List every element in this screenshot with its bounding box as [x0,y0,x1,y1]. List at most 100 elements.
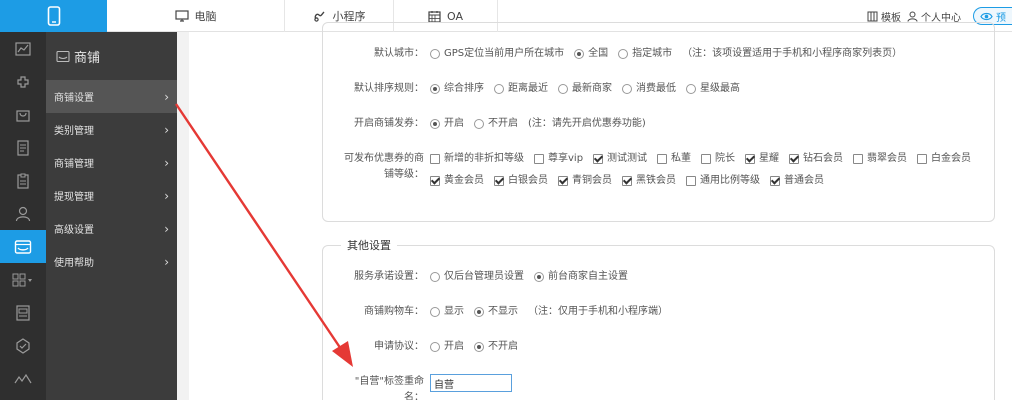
option-label: 翡翠会员 [867,153,908,164]
document-icon [17,139,29,156]
radio-button[interactable] [430,49,440,59]
radio-button[interactable] [430,307,440,317]
coupon-level-option[interactable]: 通用比例等级 [686,173,760,189]
chevron-right-icon: › [164,89,169,104]
sort-option-newest[interactable]: 最新商家 [558,81,612,97]
self-tag-rename-label: "自营"标签重命 名： [334,374,430,400]
rail-item-puzzle[interactable] [0,65,46,98]
coupon-level-option[interactable]: 星耀 [745,151,779,167]
shop-cart-option-show[interactable]: 显示 [430,304,464,320]
checkbox[interactable] [745,154,756,164]
shop-coupon-option-on[interactable]: 开启 [430,116,464,132]
radio-button[interactable] [618,49,629,59]
checkbox[interactable] [622,176,632,186]
sort-option-lowest-cost[interactable]: 消费最低 [622,81,676,97]
option-label: 白金会员 [931,153,972,164]
radio-button[interactable] [534,272,544,282]
checkbox[interactable] [686,176,696,186]
rail-item-badge[interactable] [0,329,46,362]
coupon-level-option[interactable]: 黑铁会员 [622,173,676,189]
coupon-level-option[interactable]: 翡翠会员 [853,151,907,167]
option-label: 新增的非折扣等级 [444,153,524,164]
coupon-level-option[interactable]: 尊享vip [534,151,583,167]
checkbox[interactable] [558,176,568,186]
coupon-level-option[interactable]: 测试测试 [593,151,647,167]
shop-coupon-option-off[interactable]: 不开启 [474,116,518,132]
shop-sidebar: 商铺 商铺设置 › 类别管理 › 商铺管理 › 提现管理 › 高级设置 › 使用… [46,32,177,400]
grid-icon [12,273,32,286]
checkbox[interactable] [789,154,800,164]
option-label: 院长 [715,153,736,164]
coupon-level-option[interactable]: 黄金会员 [430,173,484,189]
self-tag-rename-label-line2: 名： [404,392,424,400]
sidebar-item-shop-settings[interactable]: 商铺设置 › [46,80,177,113]
rail-item-clipboard[interactable] [0,164,46,197]
rail-item-signal[interactable] [0,362,46,395]
checkbox[interactable] [853,154,864,164]
rail-item-bag[interactable] [0,98,46,131]
sidebar-item-withdraw[interactable]: 提现管理 › [46,179,177,212]
coupon-level-option[interactable]: 白金会员 [917,151,971,167]
checkbox[interactable] [430,176,440,186]
rail-item-report[interactable] [0,296,46,329]
radio-button[interactable] [574,49,585,59]
apply-agreement-option-on[interactable]: 开启 [430,339,464,355]
coupon-level-option[interactable]: 普通会员 [770,173,824,189]
rail-item-grid[interactable] [0,263,46,296]
default-city-option-specified[interactable]: 指定城市 [618,46,672,62]
shop-cart-option-hide[interactable]: 不显示 [474,304,518,320]
option-label: 前台商家自主设置 [548,271,628,282]
checkbox[interactable] [657,154,668,164]
rail-item-chart[interactable] [0,32,46,65]
option-label: 不开启 [488,341,518,352]
radio-button[interactable] [494,84,504,94]
radio-button[interactable] [430,342,440,352]
checkbox[interactable] [770,176,780,186]
radio-button[interactable] [474,342,484,352]
radio-button[interactable] [686,84,696,94]
option-label: 不显示 [488,306,518,317]
coupon-level-option[interactable]: 白银会员 [494,173,548,189]
preview-label: 预 [996,12,1006,24]
apply-agreement-row: 申请协议： 开启 不开启 [334,339,990,355]
coupon-level-option[interactable]: 钻石会员 [789,151,843,167]
radio-button[interactable] [430,272,440,282]
coupon-level-option[interactable]: 青铜会员 [558,173,612,189]
coupon-level-option[interactable]: 新增的非折扣等级 [430,151,524,167]
checkbox[interactable] [593,154,604,164]
sidebar-item-advanced[interactable]: 高级设置 › [46,212,177,245]
checkbox[interactable] [701,154,712,164]
rail-item-document[interactable] [0,131,46,164]
service-promise-option-merchant[interactable]: 前台商家自主设置 [534,269,628,285]
radio-button[interactable] [474,119,484,129]
rail-item-user[interactable] [0,197,46,230]
sort-option-highest-rating[interactable]: 星级最高 [686,81,740,97]
checkbox[interactable] [494,176,504,186]
rail-item-shop[interactable] [0,230,46,263]
default-city-option-national[interactable]: 全国 [574,46,608,62]
sort-option-overall[interactable]: 综合排序 [430,81,484,97]
default-city-label: 默认城市： [374,48,424,59]
radio-button[interactable] [558,84,568,94]
sidebar-item-help[interactable]: 使用帮助 › [46,245,177,278]
radio-button[interactable] [474,307,484,317]
apply-agreement-option-off[interactable]: 不开启 [474,339,518,355]
coupon-level-option[interactable]: 院长 [701,151,735,167]
tab-desktop[interactable]: 电脑 [107,0,285,32]
service-promise-option-admin[interactable]: 仅后台管理员设置 [430,269,524,285]
coupon-level-option[interactable]: 私董 [657,151,691,167]
user-icon [907,11,918,22]
sort-option-nearest[interactable]: 距离最近 [494,81,548,97]
checkbox[interactable] [917,154,928,164]
mobile-tab[interactable] [0,0,107,32]
default-city-option-gps[interactable]: GPS定位当前用户所在城市 [430,46,564,62]
self-tag-rename-input[interactable] [430,374,512,392]
radio-button[interactable] [430,119,440,129]
sidebar-item-category[interactable]: 类别管理 › [46,113,177,146]
radio-button[interactable] [622,84,632,94]
checkbox[interactable] [430,154,440,164]
checkbox[interactable] [534,154,544,164]
bag-icon [16,109,30,122]
radio-button[interactable] [430,84,440,94]
sidebar-item-shop-manage[interactable]: 商铺管理 › [46,146,177,179]
